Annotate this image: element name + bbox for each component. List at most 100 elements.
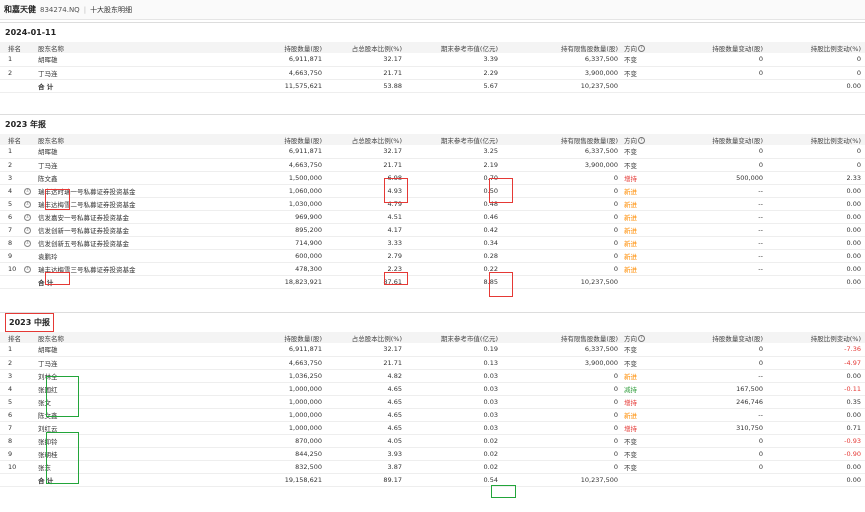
ratio-change-cell: 0.00 — [765, 460, 865, 474]
holder-name-cell[interactable]: 陈文鑫 — [36, 408, 196, 422]
holders-section: 2024-01-11 排名 股东名称 持股数量(股) 占总股本比例(%) 期末参考市值(亿… — [0, 22, 865, 93]
holder-name-cell[interactable]: 丁马连 — [36, 66, 196, 80]
holder-name[interactable]: 丁马连 — [38, 162, 58, 170]
holder-name[interactable]: 丁马连 — [38, 360, 58, 368]
help-icon[interactable]: ? — [638, 45, 645, 52]
limited-shares-cell: 3,900,000 — [500, 356, 620, 370]
table-row: 3 刘林全 1,036,250 4.82 0.03 0 新进 -- 0.00 — [0, 369, 865, 383]
help-icon[interactable]: ? — [638, 137, 645, 144]
holder-name-cell[interactable]: 胡晖雄 — [36, 53, 196, 67]
holder-name-cell[interactable]: 胡晖雄 — [36, 343, 196, 357]
holder-name[interactable]: 胡晖雄 — [38, 346, 58, 354]
market-value-cell: 0.19 — [404, 343, 500, 357]
direction-cell: 新进 — [620, 197, 680, 211]
direction-cell: 不变 — [620, 53, 680, 67]
holder-name-cell[interactable]: 刘红云 — [36, 421, 196, 435]
holder-name-cell[interactable]: 张文 — [36, 395, 196, 409]
holder-name-cell[interactable]: 袁鹏玲 — [36, 249, 196, 263]
holder-name-cell[interactable]: ⑦ 瑞丰达梅雪二号私募证券投资基金 — [24, 197, 196, 211]
ratio-cell: 2.23 — [324, 262, 404, 276]
holder-name[interactable]: 信发嘉安一号私募证券投资基金 — [38, 214, 129, 222]
rank-cell: 5 — [0, 395, 36, 409]
holder-name-cell[interactable]: 丁马连 — [36, 158, 196, 172]
ratio-change-cell: -0.93 — [765, 434, 865, 448]
ratio-cell: 4.51 — [324, 210, 404, 224]
holder-name-cell[interactable]: 刘林全 — [36, 369, 196, 383]
holders-table: 排名 股东名称 持股数量(股) 占总股本比例(%) 期末参考市值(亿元) 持有限售股数量(… — [0, 42, 865, 93]
table-row: 10 ⑦ 瑞丰达梅雪三号私募证券投资基金 478,300 2.23 0.22 0 新进 -- 0.… — [0, 262, 865, 276]
holder-name[interactable]: 信发创新一号私募证券投资基金 — [38, 227, 129, 235]
shares-change-cell: 167,500 — [680, 382, 765, 396]
holder-name-cell[interactable]: 张国红 — [36, 382, 196, 396]
limited-shares-cell: 0 — [500, 421, 620, 435]
holder-name-cell[interactable]: 胡晖雄 — [36, 145, 196, 159]
holder-name[interactable]: 张抑铃 — [38, 438, 58, 446]
fund-info-icon[interactable]: ⑦ — [24, 187, 31, 195]
holder-name-cell[interactable]: ⑦ 瑞丰达时瑞一号私募证券投资基金 — [24, 184, 196, 198]
column-header: 方向? — [620, 134, 680, 145]
shares-change-cell: 0 — [680, 145, 765, 159]
holder-name[interactable]: 刘红云 — [38, 425, 58, 433]
holder-name[interactable]: 陈文鑫 — [38, 175, 58, 183]
direction-cell: 不变 — [620, 158, 680, 172]
market-value-cell: 0.02 — [404, 460, 500, 474]
ratio-change-cell: 0.00 — [765, 223, 865, 237]
holder-name-cell[interactable]: ⑦ 信发嘉安一号私募证券投资基金 — [24, 210, 196, 224]
shares-cell: 1,036,250 — [196, 369, 324, 383]
table-row: 2 丁马连 4,663,750 21.71 2.19 3,900,000 不变 0 0 — [0, 158, 865, 172]
holder-name[interactable]: 胡晖雄 — [38, 148, 58, 156]
holder-name[interactable]: 袁鹏玲 — [38, 253, 58, 261]
ratio-change-cell: -0.11 — [765, 382, 865, 396]
holders-section: 2023 中报 排名 股东名称 持股数量(股) 占总股本比例(%) 期末参考市值(亿元) 持… — [0, 312, 865, 487]
market-value-cell: 0.50 — [404, 184, 500, 198]
holder-name[interactable]: 胡晖雄 — [38, 56, 58, 64]
column-header-label: 持股比例变动(%) — [810, 334, 861, 343]
total-shares: 11,575,621 — [196, 79, 324, 93]
holder-name[interactable]: 张文 — [38, 399, 51, 407]
shares-cell: 1,000,000 — [196, 395, 324, 409]
shares-cell: 1,000,000 — [196, 421, 324, 435]
limited-shares-cell: 0 — [500, 223, 620, 237]
holder-name-cell[interactable]: 陈文鑫 — [36, 171, 196, 185]
holder-name-cell[interactable]: 张抑铃 — [36, 434, 196, 448]
fund-info-icon[interactable]: ⑦ — [24, 213, 31, 221]
fund-info-icon[interactable]: ⑦ — [24, 239, 31, 247]
holder-name-cell[interactable]: 张东 — [36, 460, 196, 474]
fund-info-icon[interactable]: ⑦ — [24, 265, 31, 273]
column-header: 持股数量变动(股) — [680, 42, 765, 53]
fund-info-icon[interactable]: ⑦ — [24, 200, 31, 208]
holder-name[interactable]: 信发创新五号私募证券投资基金 — [38, 240, 129, 248]
direction-cell: 不变 — [620, 356, 680, 370]
column-header-label: 持股数量变动(股) — [712, 334, 763, 343]
market-value-cell: 0.13 — [404, 356, 500, 370]
ratio-change-cell: 0.00 — [765, 184, 865, 198]
holder-name[interactable]: 瑞丰达梅雪三号私募证券投资基金 — [38, 266, 136, 274]
holder-name[interactable]: 刘林全 — [38, 373, 58, 381]
fund-info-icon[interactable]: ⑦ — [24, 226, 31, 234]
holder-name[interactable]: 瑞丰达梅雪二号私募证券投资基金 — [38, 201, 136, 209]
shares-change-cell: -- — [680, 236, 765, 250]
total-ratio-change: 0.00 — [765, 275, 865, 289]
table-row: 10 张东 832,500 3.87 0.02 0 不变 0 0.00 — [0, 460, 865, 474]
holder-name[interactable]: 张东 — [38, 464, 51, 472]
holder-name-cell[interactable]: 丁马连 — [36, 356, 196, 370]
column-header-label: 方向 — [624, 136, 637, 145]
total-shares-change — [680, 79, 765, 93]
holder-name-cell[interactable]: ⑦ 瑞丰达梅雪三号私募证券投资基金 — [24, 262, 196, 276]
column-header: 持有限售股数量(股) — [500, 332, 620, 343]
holder-name[interactable]: 张朝桂 — [38, 451, 58, 459]
help-icon[interactable]: ? — [638, 335, 645, 342]
column-header: 持股比例变动(%) — [765, 134, 865, 145]
holder-name[interactable]: 陈文鑫 — [38, 412, 58, 420]
holder-name[interactable]: 丁马连 — [38, 70, 58, 78]
holder-name[interactable]: 张国红 — [38, 386, 58, 394]
direction-cell: 不变 — [620, 434, 680, 448]
shares-change-cell: 0 — [680, 158, 765, 172]
holder-name-cell[interactable]: ⑦ 信发创新五号私募证券投资基金 — [24, 236, 196, 250]
rank-cell — [0, 275, 36, 289]
holder-name[interactable]: 瑞丰达时瑞一号私募证券投资基金 — [38, 188, 136, 196]
holder-name-cell[interactable]: ⑦ 信发创新一号私募证券投资基金 — [24, 223, 196, 237]
column-header: 持股数量(股) — [196, 134, 324, 145]
holder-name-cell[interactable]: 张朝桂 — [36, 447, 196, 461]
shares-change-cell: -- — [680, 249, 765, 263]
